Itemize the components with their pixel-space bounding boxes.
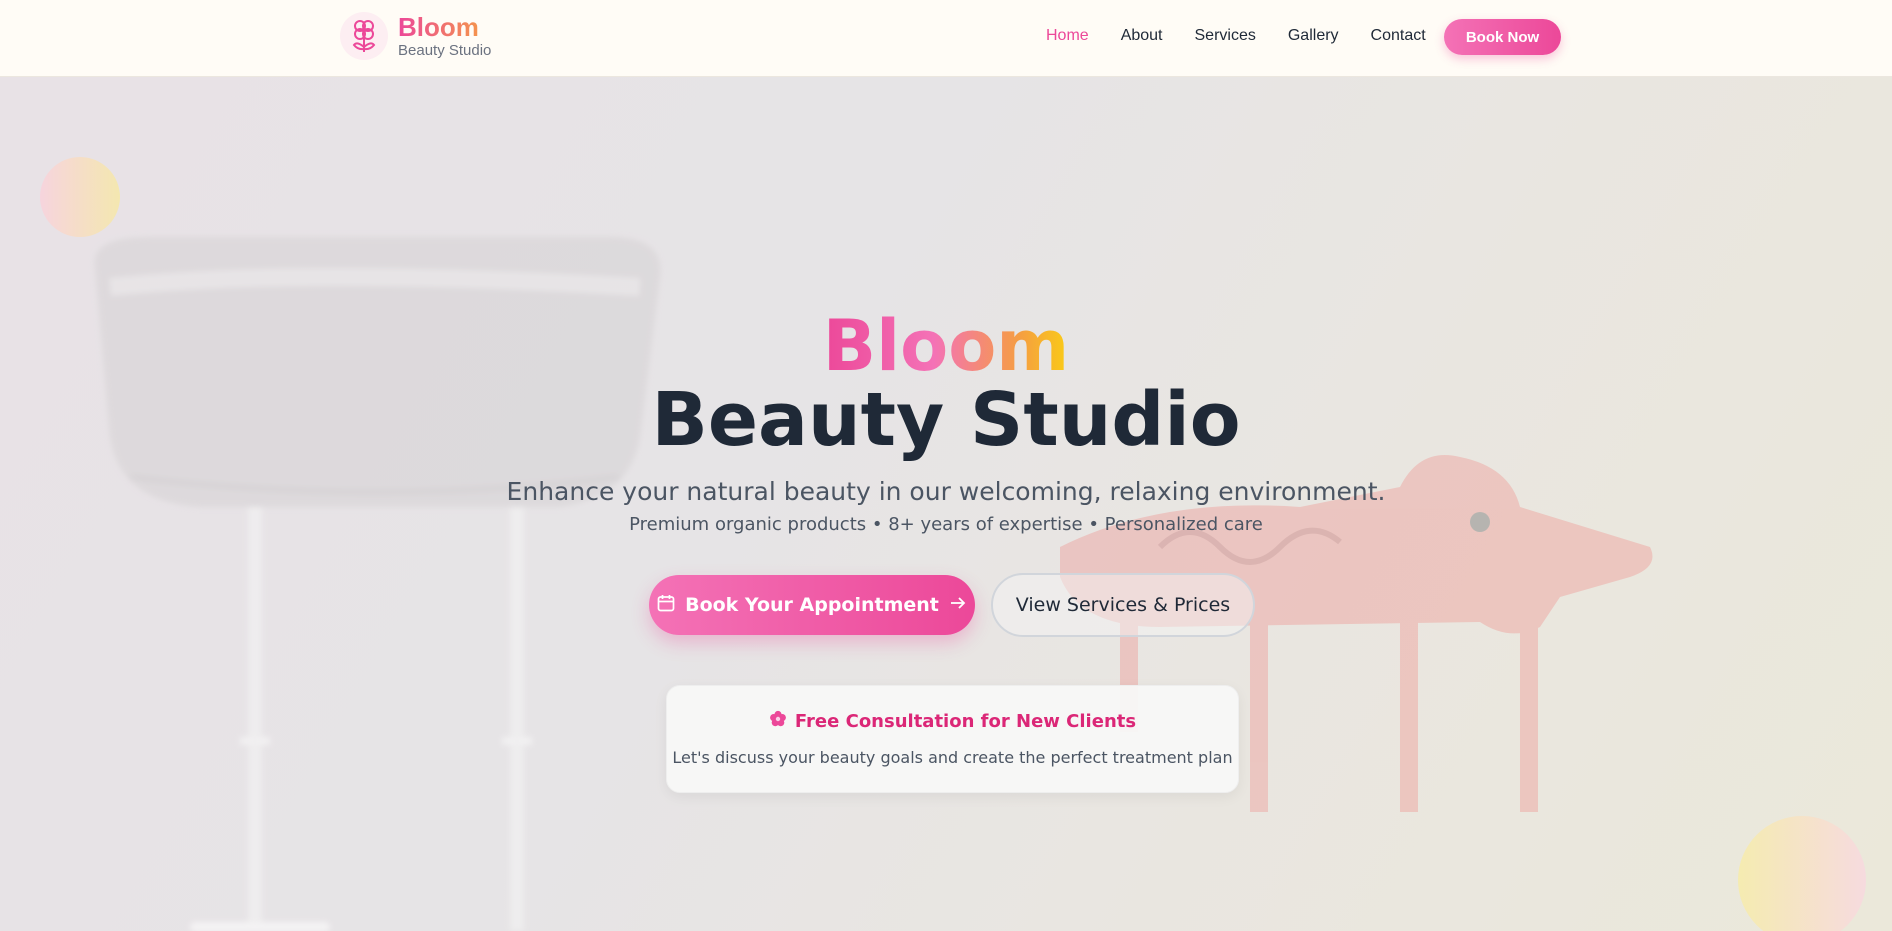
decorative-circle-bottom-right <box>1738 816 1866 931</box>
hero-tagline: Enhance your natural beauty in our welco… <box>506 477 1386 506</box>
decorative-circle-top-left <box>40 157 120 237</box>
calendar-icon <box>657 594 675 617</box>
hero-title-main: Beauty Studio <box>651 377 1241 463</box>
nav-link-gallery[interactable]: Gallery <box>1288 27 1339 45</box>
brand-text: Bloom Beauty Studio <box>398 12 491 60</box>
nav-links: Home About Services Gallery Contact <box>1046 27 1426 45</box>
flower-icon <box>769 710 787 733</box>
view-services-label: View Services & Prices <box>1015 594 1231 616</box>
hero-title-accent: Bloom <box>822 305 1070 387</box>
arrow-right-icon <box>949 594 967 617</box>
nav-link-about[interactable]: About <box>1121 27 1163 45</box>
book-appointment-label: Book Your Appointment <box>685 594 939 616</box>
nav-link-contact[interactable]: Contact <box>1371 27 1426 45</box>
nav-link-home[interactable]: Home <box>1046 27 1089 45</box>
promo-title: Free Consultation for New Clients <box>667 710 1238 733</box>
brand-name: Bloom <box>398 12 491 42</box>
promo-text: Let's discuss your beauty goals and crea… <box>672 748 1233 767</box>
brand-logo[interactable]: Bloom Beauty Studio <box>340 12 491 60</box>
book-now-button[interactable]: Book Now <box>1444 19 1561 55</box>
hero-section: Bloom Beauty Studio Enhance your natural… <box>0 77 1892 931</box>
hero-features: Premium organic products • 8+ years of e… <box>629 514 1263 535</box>
navbar: Bloom Beauty Studio Home About Services … <box>0 0 1892 77</box>
flower-icon <box>340 12 388 60</box>
promo-title-text: Free Consultation for New Clients <box>794 711 1137 732</box>
nav-link-services[interactable]: Services <box>1195 27 1256 45</box>
view-services-button[interactable]: View Services & Prices <box>991 573 1255 637</box>
brand-subtitle: Beauty Studio <box>398 42 492 59</box>
book-appointment-button[interactable]: Book Your Appointment <box>649 575 975 635</box>
promo-card: Free Consultation for New Clients Let's … <box>666 685 1239 793</box>
